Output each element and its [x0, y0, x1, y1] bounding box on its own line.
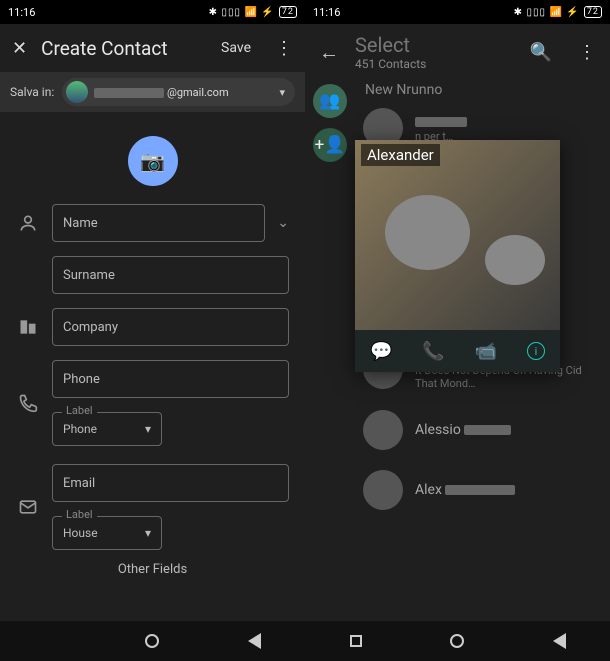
avatar-icon	[66, 81, 88, 103]
dropdown-icon: ▾	[145, 526, 151, 540]
nav-home-button[interactable]	[446, 630, 468, 652]
nav-home-button[interactable]	[141, 630, 163, 652]
nav-back-button[interactable]	[243, 630, 265, 652]
person-add-icon: +👤	[315, 135, 346, 155]
avatar	[363, 410, 403, 450]
save-button[interactable]: Save	[221, 40, 251, 56]
contact-form: Name ⌄ Surname Company Phone	[0, 204, 305, 621]
overflow-menu-icon[interactable]: ⋮	[578, 42, 596, 63]
popup-contact-name: Alexander	[361, 144, 440, 166]
nav-bar	[305, 621, 610, 661]
group-icon: 👥	[319, 91, 340, 111]
phone-label-caption: Label	[62, 404, 97, 417]
status-icons: ✱ ▯▯▯ 📶 ⚡ 72	[209, 6, 297, 18]
company-field[interactable]: Company	[52, 308, 289, 346]
nav-back-button[interactable]	[548, 630, 570, 652]
phone-field[interactable]: Phone	[52, 360, 289, 398]
info-icon[interactable]: i	[527, 342, 545, 360]
camera-icon: 📷	[140, 149, 165, 173]
popup-action-bar: 💬 📞 📹 i	[355, 330, 560, 372]
page-title: Create Contact	[41, 37, 207, 60]
save-in-label: Salva in:	[10, 85, 54, 99]
contact-name: Alex	[415, 482, 515, 498]
surname-field[interactable]: Surname	[52, 256, 289, 294]
select-contact-screen: 11:16 ✱ ▯▯▯ 📶 ⚡ 72 ← Select 451 Contacts…	[305, 0, 610, 661]
account-pill[interactable]: @gmail.com ▾	[62, 78, 295, 106]
status-bar: 11:16 ✱ ▯▯▯ 📶 ⚡ 72	[305, 0, 610, 24]
contact-name: Alessio	[415, 422, 511, 438]
page-title: Select	[355, 33, 514, 57]
expand-name-icon[interactable]: ⌄	[277, 215, 289, 231]
name-field[interactable]: Name	[52, 204, 265, 242]
nav-bar	[0, 621, 305, 661]
phone-icon	[16, 393, 40, 413]
mail-icon	[16, 497, 40, 517]
call-icon[interactable]: 📞	[422, 341, 444, 362]
nav-recent-button[interactable]	[345, 630, 367, 652]
contact-row[interactable]: Alex	[355, 460, 610, 520]
status-time: 11:16	[8, 6, 35, 19]
contact-count: 451 Contacts	[355, 57, 514, 71]
close-icon[interactable]: ✕	[12, 38, 27, 59]
header: ✕ Create Contact Save ⋮	[0, 24, 305, 72]
new-group-button[interactable]: 👥	[313, 84, 347, 118]
phone-label-select[interactable]: Phone▾	[52, 412, 162, 446]
email-label-caption: Label	[62, 508, 97, 521]
status-time: 11:16	[313, 6, 340, 19]
other-fields-button[interactable]: Other Fields	[16, 554, 289, 585]
new-contact-button[interactable]: +👤	[313, 128, 347, 162]
chevron-down-icon: ▾	[279, 86, 285, 99]
email-label-select[interactable]: House▾	[52, 516, 162, 550]
contact-preview-popup: Alexander 💬 📞 📹 i	[355, 140, 560, 372]
avatar	[363, 470, 403, 510]
message-icon[interactable]: 💬	[370, 341, 392, 362]
account-email: @gmail.com	[94, 86, 273, 99]
account-selector-bar: Salva in: @gmail.com ▾	[0, 72, 305, 112]
status-icons: ✱ ▯▯▯ 📶 ⚡ 72	[514, 6, 602, 18]
add-photo-button[interactable]: 📷	[128, 136, 178, 186]
header: ← Select 451 Contacts 🔍 ⋮	[305, 24, 610, 80]
new-group-label[interactable]: New Nrunno	[305, 80, 610, 98]
status-bar: 11:16 ✱ ▯▯▯ 📶 ⚡ 72	[0, 0, 305, 24]
photo-section: 📷	[0, 112, 305, 204]
contact-name	[415, 114, 467, 130]
overflow-menu-icon[interactable]: ⋮	[275, 38, 293, 59]
contact-photo[interactable]: Alexander	[355, 140, 560, 330]
video-call-icon[interactable]: 📹	[475, 341, 497, 362]
contact-list: 👥 +👤 New Nrunno n per t… Alexander Avail…	[305, 80, 610, 621]
back-arrow-icon[interactable]: ←	[319, 40, 339, 65]
person-icon	[16, 213, 40, 233]
building-icon	[16, 317, 40, 337]
contact-row[interactable]: Alessio	[355, 400, 610, 460]
dropdown-icon: ▾	[145, 422, 151, 436]
search-icon[interactable]: 🔍	[530, 42, 552, 63]
email-field[interactable]: Email	[52, 464, 289, 502]
create-contact-screen: 11:16 ✱ ▯▯▯ 📶 ⚡ 72 ✕ Create Contact Save…	[0, 0, 305, 661]
